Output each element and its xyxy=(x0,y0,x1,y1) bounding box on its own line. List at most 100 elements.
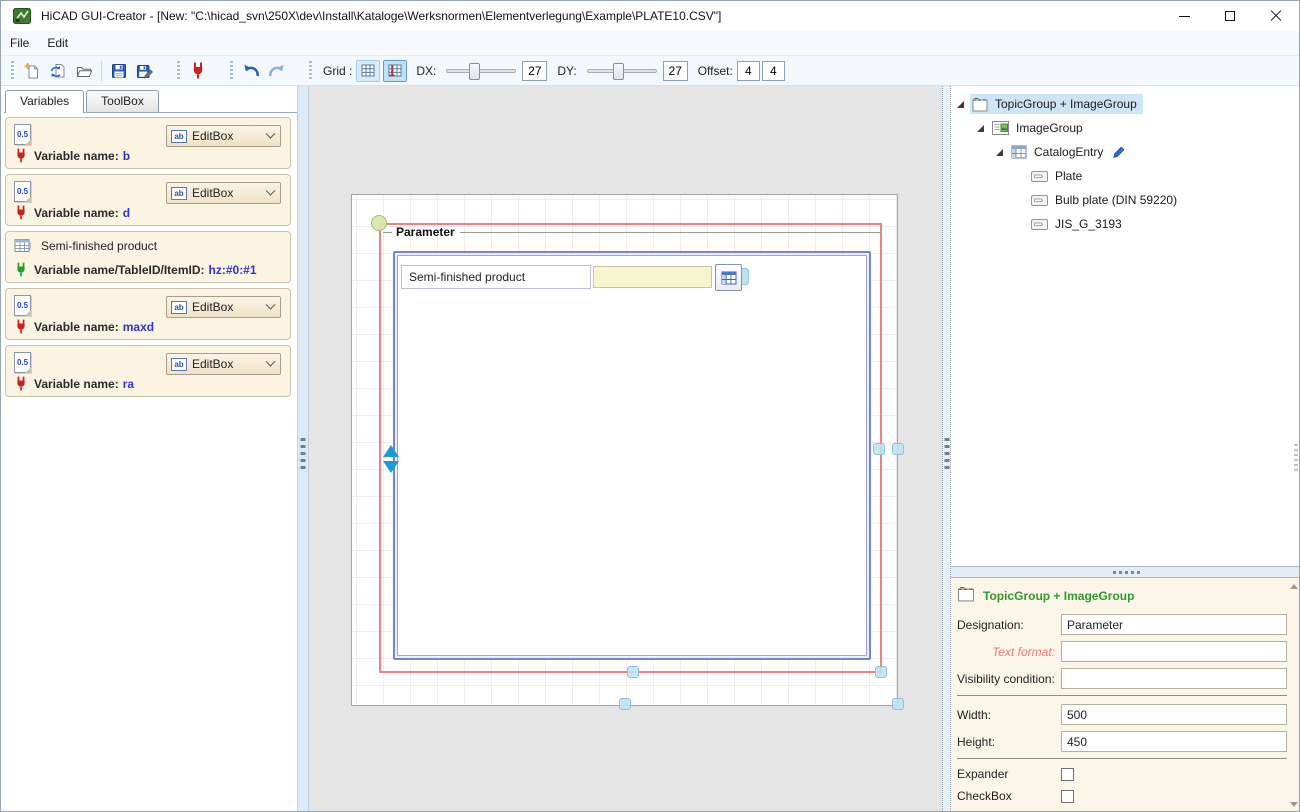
tree-expander-icon[interactable] xyxy=(957,101,964,108)
menu-file[interactable]: File xyxy=(1,31,38,55)
offset-y-input[interactable] xyxy=(762,61,785,81)
toolbar-grip[interactable] xyxy=(309,61,312,81)
catalog-table-button[interactable] xyxy=(715,264,742,291)
edit-pencil-icon[interactable] xyxy=(1112,145,1126,159)
tab-variables[interactable]: Variables xyxy=(5,90,84,113)
splitter-grip[interactable] xyxy=(301,438,306,472)
control-type-dropdown[interactable]: ab EditBox xyxy=(166,353,281,375)
entry-icon xyxy=(1031,195,1048,206)
redo-icon xyxy=(267,62,287,80)
groupbox-header[interactable]: Parameter xyxy=(383,225,882,239)
dx-slider-thumb[interactable] xyxy=(469,63,480,80)
right-splitter[interactable] xyxy=(942,86,951,811)
toolbar-grip[interactable] xyxy=(11,61,14,81)
dy-value-input[interactable] xyxy=(663,61,688,81)
close-icon xyxy=(1270,10,1282,22)
scroll-up-icon[interactable] xyxy=(1290,584,1298,589)
resize-handle-canvas-bottom[interactable] xyxy=(619,698,631,710)
properties-panel: TopicGroup + ImageGroup Designation: Tex… xyxy=(951,578,1300,812)
offset-x-input[interactable] xyxy=(737,61,760,81)
tab-toolbox[interactable]: ToolBox xyxy=(86,90,159,112)
plug-red-icon xyxy=(15,205,27,220)
left-splitter[interactable] xyxy=(297,86,309,811)
open-folder-button[interactable] xyxy=(71,58,97,84)
canvas-row-label[interactable]: Semi-finished product xyxy=(401,265,591,289)
checkbox-checkbox[interactable] xyxy=(1061,790,1074,803)
tree-row-topicgroup[interactable]: TopicGroup + ImageGroup xyxy=(953,92,1300,116)
undo-button[interactable] xyxy=(238,58,264,84)
left-tabstrip: Variables ToolBox xyxy=(4,90,297,113)
tree-expander-icon[interactable] xyxy=(977,125,984,132)
control-type-dropdown[interactable]: ab EditBox xyxy=(166,296,281,318)
designation-input[interactable] xyxy=(1061,614,1287,635)
tree-selected-item[interactable]: TopicGroup + ImageGroup xyxy=(970,94,1143,114)
catalog-panel[interactable]: Semi-finished product xyxy=(393,251,871,660)
variable-plug-button[interactable] xyxy=(185,58,211,84)
tree-row-jis[interactable]: JIS_G_3193 xyxy=(1029,212,1300,236)
reload-file-button[interactable] xyxy=(45,58,71,84)
tree-row-catalogentry[interactable]: CatalogEntry xyxy=(992,140,1300,164)
resize-handle-canvas-bottom-right[interactable] xyxy=(892,698,904,710)
new-file-button[interactable] xyxy=(19,58,45,84)
visibility-condition-input[interactable] xyxy=(1061,668,1287,689)
toolbar-separator xyxy=(101,61,102,81)
designation-label: Designation: xyxy=(957,618,1061,632)
grid-toggle-button[interactable] xyxy=(356,60,380,82)
toolbar-grip[interactable] xyxy=(230,61,233,81)
resize-handle-bottom-right[interactable] xyxy=(875,666,887,678)
dx-value-input[interactable] xyxy=(522,61,547,81)
entry-icon xyxy=(1031,171,1048,182)
dy-slider[interactable] xyxy=(587,69,657,73)
text-format-input[interactable] xyxy=(1061,641,1287,662)
dy-slider-thumb[interactable] xyxy=(613,63,624,80)
structure-tree: TopicGroup + ImageGroup ImageGroup xyxy=(951,86,1300,566)
control-type-dropdown[interactable]: ab EditBox xyxy=(166,182,281,204)
tree-edge-grip[interactable] xyxy=(1294,444,1298,474)
save-as-icon xyxy=(136,62,154,80)
tree-expander-icon[interactable] xyxy=(996,149,1003,156)
numeric-doc-icon: 0.5 xyxy=(14,352,31,373)
tree-row-bulb-plate[interactable]: Bulb plate (DIN 59220) xyxy=(1029,188,1300,212)
variable-card-maxd[interactable]: 0.5 ab EditBox Variable name: maxd xyxy=(5,288,291,340)
design-canvas[interactable]: Parameter Semi-finished product xyxy=(351,194,898,706)
maximize-button[interactable] xyxy=(1207,1,1253,31)
resize-handle-canvas-right[interactable] xyxy=(892,443,904,455)
width-input[interactable] xyxy=(1061,704,1287,725)
minimize-button[interactable] xyxy=(1161,1,1207,31)
resize-handle-right[interactable] xyxy=(873,443,885,455)
origin-handle[interactable] xyxy=(371,215,387,231)
save-as-button[interactable] xyxy=(132,58,158,84)
titlebar: HiCAD GUI-Creator - [New: "C:\hicad_svn\… xyxy=(1,1,1299,31)
save-button[interactable] xyxy=(106,58,132,84)
grid-snap-button[interactable] xyxy=(383,60,407,82)
splitter-arrow-up-icon[interactable] xyxy=(383,445,399,457)
variable-card-ra[interactable]: 0.5 ab EditBox Variable name: ra xyxy=(5,345,291,397)
menu-edit[interactable]: Edit xyxy=(38,31,77,55)
splitter-grip[interactable] xyxy=(944,438,949,472)
numeric-doc-icon: 0.5 xyxy=(14,295,31,316)
grid-icon xyxy=(361,64,375,77)
variable-card-semi-finished[interactable]: Semi-finished product Variable name/Tabl… xyxy=(5,231,291,283)
scroll-down-icon[interactable] xyxy=(1290,802,1298,807)
redo-button[interactable] xyxy=(264,58,290,84)
height-input[interactable] xyxy=(1061,731,1287,752)
expander-checkbox[interactable] xyxy=(1061,768,1074,781)
resize-handle-bottom[interactable] xyxy=(627,666,639,678)
dx-slider[interactable] xyxy=(446,69,516,73)
width-label: Width: xyxy=(957,708,1061,722)
chevron-down-icon xyxy=(266,128,276,138)
toolbar: Grid : DX: DY: Offset: xyxy=(1,55,1299,86)
control-type-dropdown[interactable]: ab EditBox xyxy=(166,125,281,147)
variable-card-b[interactable]: 0.5 ab EditBox Variable name: b xyxy=(5,117,291,169)
numeric-doc-icon: 0.5 xyxy=(14,181,31,202)
groupbox-title[interactable]: Parameter xyxy=(396,225,455,239)
canvas-row-edit-field[interactable] xyxy=(593,266,712,288)
tree-row-imagegroup[interactable]: ImageGroup xyxy=(973,116,1300,140)
variable-card-d[interactable]: 0.5 ab EditBox Variable name: d xyxy=(5,174,291,226)
close-button[interactable] xyxy=(1253,1,1299,31)
open-folder-icon xyxy=(75,62,93,80)
horizontal-splitter[interactable] xyxy=(951,566,1300,578)
tree-row-plate[interactable]: Plate xyxy=(1029,164,1300,188)
toolbar-grip[interactable] xyxy=(177,61,180,81)
splitter-arrow-down-icon[interactable] xyxy=(383,461,399,473)
